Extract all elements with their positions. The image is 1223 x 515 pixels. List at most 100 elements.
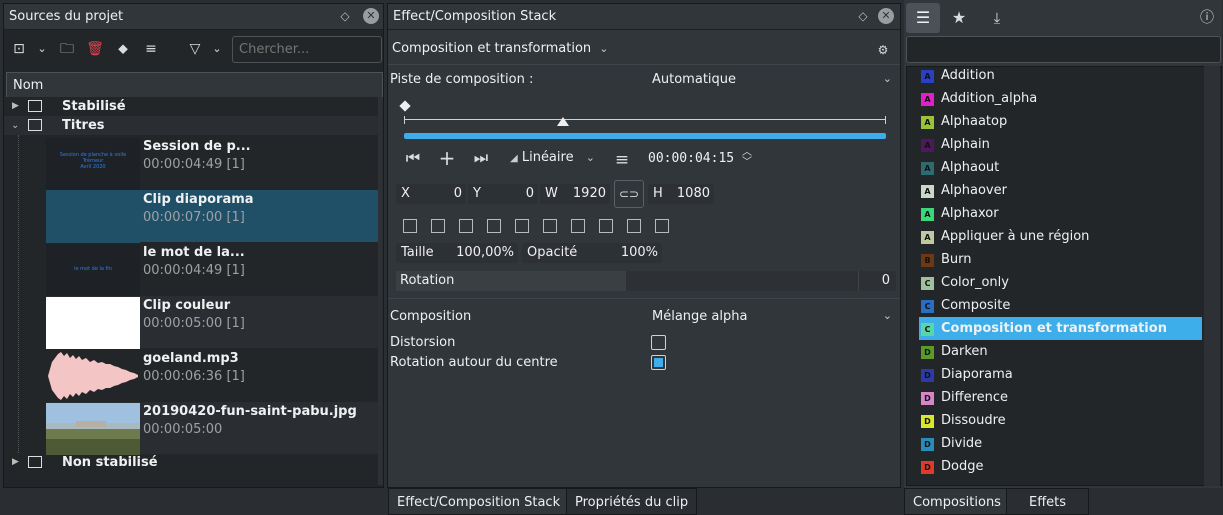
effect-header[interactable]: Composition et transformation ⌄ (392, 41, 609, 56)
effect-list-item[interactable]: D Dissoudre (919, 409, 1202, 432)
clip-item[interactable]: 20190420-fun-saint-pabu.jpg 00:00:05:00 (46, 402, 382, 455)
effect-list-item[interactable]: B Burn (919, 248, 1202, 271)
keyframe-menu-icon[interactable]: ≡ (612, 150, 632, 170)
align-hcenter-icon[interactable] (431, 219, 445, 233)
effect-list-item[interactable]: A Alphaout (919, 156, 1202, 179)
filter-icon[interactable]: ▽ (186, 39, 204, 59)
tab-label: Propriétés du clip (575, 495, 689, 510)
column-header-name[interactable]: Nom (6, 72, 383, 97)
star-icon[interactable]: ★ (949, 8, 969, 28)
add-clip-icon[interactable]: ⊡ (10, 39, 28, 59)
effect-label: Burn (941, 252, 972, 267)
folder-row-titres[interactable]: ⌄ Titres (4, 116, 383, 135)
float-panel-icon[interactable]: ◇ (855, 8, 871, 24)
w-value: 1920 (572, 186, 606, 201)
align-vcenter-icon[interactable] (515, 219, 529, 233)
folder-row-non-stabilise[interactable]: ▶ Non stabilisé (4, 453, 383, 472)
distortion-checkbox[interactable] (651, 335, 666, 350)
delete-icon[interactable]: 🗑 (86, 39, 104, 59)
search-input[interactable] (232, 36, 382, 63)
clip-item[interactable]: Clip couleur 00:00:05:00 [1] (46, 296, 382, 349)
tab-compositions[interactable]: Compositions (904, 488, 1010, 515)
list-view-icon[interactable]: ☰ (906, 3, 940, 33)
effect-list-item[interactable]: C Composite (919, 294, 1202, 317)
tab-effets[interactable]: Effets (1006, 488, 1090, 515)
align-right-icon[interactable] (459, 219, 473, 233)
folder-row-stabilise[interactable]: ▶ Stabilisé (4, 97, 383, 116)
expand-arrow-icon[interactable]: ▶ (12, 453, 19, 472)
collapse-arrow-icon[interactable]: ⌄ (11, 116, 19, 135)
opacity-field[interactable]: Opacité 100% (522, 243, 662, 263)
size-field[interactable]: Taille 100,00% (396, 243, 518, 263)
effect-badge-icon: D (921, 392, 934, 405)
checkbox-fill (654, 358, 663, 367)
keyframe-ruler[interactable] (404, 119, 886, 120)
effect-list-item[interactable]: C Color_only (919, 271, 1202, 294)
effect-list-item[interactable]: A Alphaxor (919, 202, 1202, 225)
expand-arrow-icon[interactable]: ▶ (12, 97, 19, 116)
clip-item-selected[interactable]: Clip diaporama 00:00:07:00 [1] (46, 190, 382, 243)
close-panel-button[interactable]: ✕ (878, 8, 894, 24)
effect-list-item[interactable]: D Divide (919, 432, 1202, 455)
scrollbar[interactable] (1204, 66, 1220, 486)
float-panel-icon[interactable]: ◇ (337, 8, 353, 24)
y-field[interactable]: Y 0 (468, 184, 538, 204)
tag-icon[interactable]: ⬥ (114, 39, 132, 59)
w-field[interactable]: W 1920 (540, 184, 610, 204)
effect-list-item[interactable]: D Diaporama (919, 363, 1202, 386)
h-field[interactable]: H 1080 (648, 184, 714, 204)
rotate-center-checkbox[interactable] (651, 355, 666, 370)
menu-icon[interactable]: ≡ (142, 39, 160, 59)
effect-list-item[interactable]: A Alphain (919, 133, 1202, 156)
interpolation-dropdown[interactable]: ◢ Linéaire ⌄ (510, 150, 595, 165)
link-aspect-ratio-icon[interactable]: ⊂⊃ (614, 180, 644, 208)
timecode-spinner-icon[interactable]: ︿ ﹀ (740, 148, 754, 168)
effect-badge-icon: A (921, 93, 934, 106)
effect-list-item[interactable]: A Alphaatop (919, 110, 1202, 133)
align-top-icon[interactable] (487, 219, 501, 233)
chevron-down-icon[interactable]: ⌄ (34, 39, 50, 59)
keyframe-marker[interactable] (399, 100, 411, 112)
clip-item[interactable]: Session de planche à voile Trémeur Avril… (46, 137, 382, 190)
clip-item[interactable]: le mot de la fin le mot de la... 00:00:0… (46, 243, 382, 296)
effect-list-item[interactable]: A Alphaover (919, 179, 1202, 202)
clip-duration: 00:00:04:49 [1] (143, 157, 245, 172)
x-field[interactable]: X 0 (396, 184, 466, 204)
tab-effect-stack[interactable]: Effect/Composition Stack (388, 488, 570, 515)
composition-dropdown[interactable]: Mélange alpha ⌄ (652, 309, 896, 324)
effect-list-item[interactable]: A Addition (919, 64, 1202, 87)
info-icon[interactable]: ⓘ (1198, 8, 1216, 28)
folder-label: Stabilisé (62, 99, 126, 114)
align-left-icon[interactable] (403, 219, 417, 233)
scrollbar[interactable] (378, 97, 383, 485)
effect-list-item[interactable]: A Addition_alpha (919, 87, 1202, 110)
close-panel-button[interactable]: ✕ (363, 8, 379, 24)
next-keyframe-icon[interactable]: ⏭ (468, 148, 494, 168)
effect-list-item[interactable]: D Darken (919, 340, 1202, 363)
fit-size-icon[interactable] (571, 219, 585, 233)
rotation-slider[interactable]: Rotation 0 (396, 271, 896, 291)
effects-search-input[interactable] (906, 36, 1221, 63)
tab-clip-properties[interactable]: Propriétés du clip (566, 488, 698, 515)
filter-chevron-icon[interactable]: ⌄ (210, 39, 224, 59)
download-icon[interactable]: ⤓ (987, 8, 1007, 28)
add-keyframe-icon[interactable]: + (436, 148, 458, 168)
effect-list-item[interactable]: C Composition et transformation (919, 317, 1202, 340)
playhead-marker[interactable] (557, 117, 569, 126)
track-dropdown[interactable]: Automatique ⌄ (652, 72, 896, 87)
add-folder-icon[interactable]: 🗀 (58, 39, 76, 59)
effect-badge-icon: D (921, 346, 934, 359)
effect-list-item[interactable]: D Difference (919, 386, 1202, 409)
reset-size-icon[interactable] (655, 219, 669, 233)
effect-badge-icon: A (921, 70, 934, 83)
fit-width-icon[interactable] (599, 219, 613, 233)
timecode-field[interactable]: 00:00:04:15 (648, 151, 734, 166)
clip-item[interactable]: goeland.mp3 00:00:06:36 [1] (46, 349, 382, 401)
effect-list-item[interactable]: D Dodge (919, 455, 1202, 478)
align-bottom-icon[interactable] (543, 219, 557, 233)
effect-list-item[interactable]: A Appliquer à une région (919, 225, 1202, 248)
effect-settings-icon[interactable]: ⚙ (874, 40, 892, 60)
keyframe-progress-bar[interactable] (404, 133, 886, 139)
fit-height-icon[interactable] (627, 219, 641, 233)
previous-keyframe-icon[interactable]: ⏮ (400, 148, 426, 168)
